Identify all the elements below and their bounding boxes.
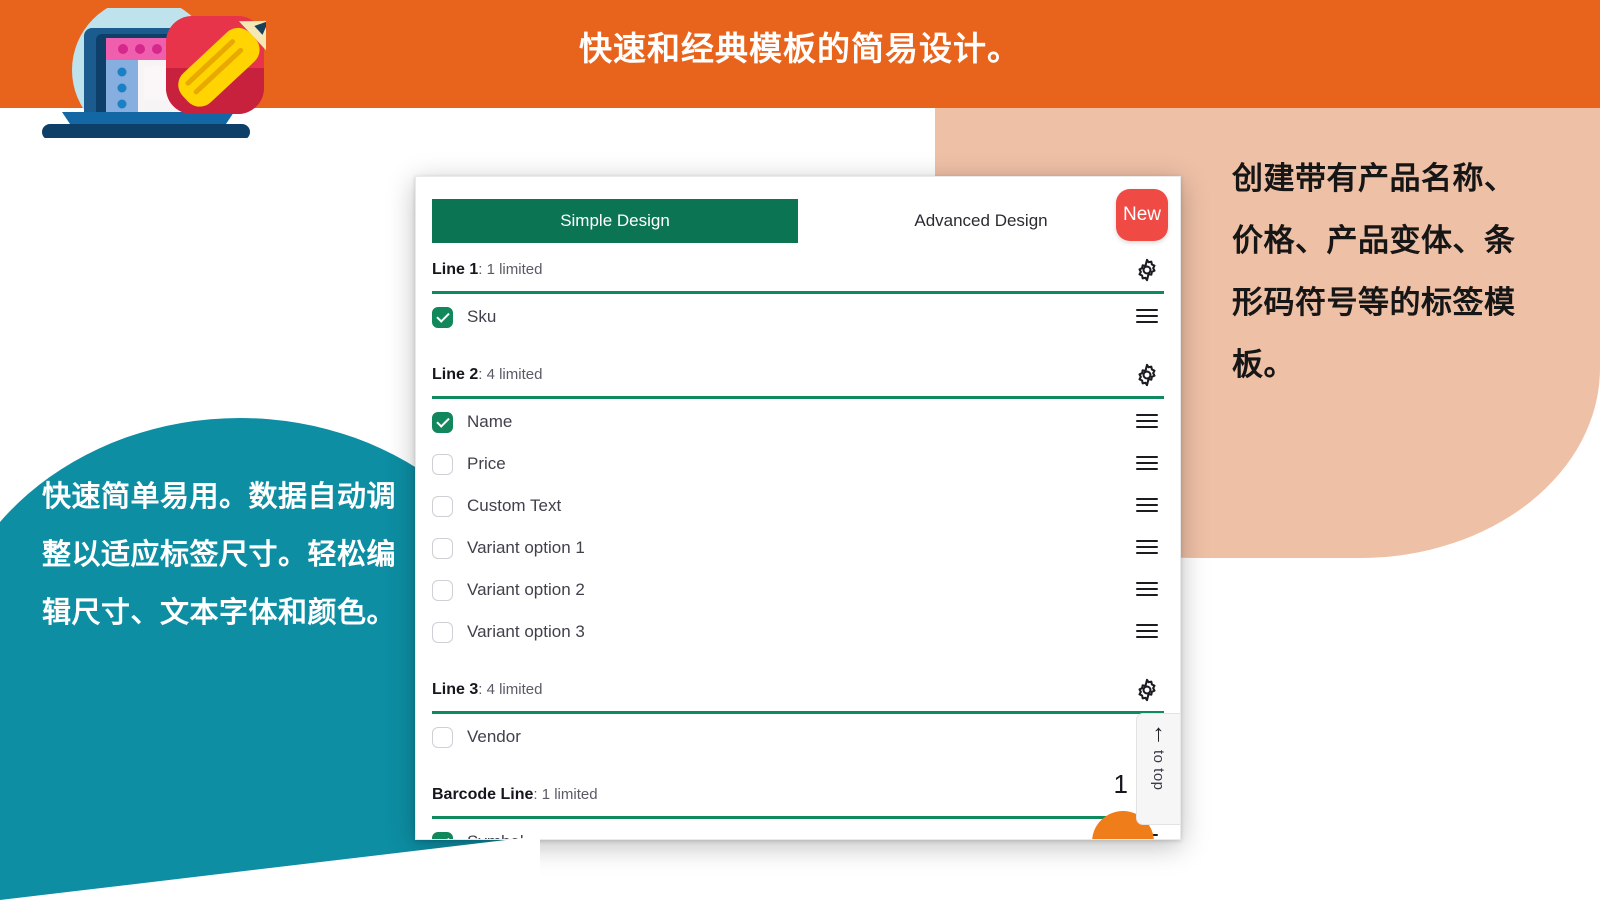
drag-handle-icon[interactable]: [1136, 540, 1158, 556]
field-checkbox[interactable]: [432, 495, 453, 517]
gear-icon[interactable]: [1134, 257, 1160, 283]
group-limit: : 1 limited: [478, 261, 543, 278]
field-label: Sku: [467, 307, 497, 326]
field-label: Variant option 1: [467, 538, 585, 557]
tab-simple-design[interactable]: Simple Design: [432, 199, 798, 243]
group-header: Line 2: 4 limited: [432, 348, 1164, 396]
group-title: Line 2: [432, 366, 479, 383]
field-row-left: Sku: [432, 306, 497, 328]
group-title: Line 1: [432, 261, 479, 278]
field-label: Name: [467, 412, 513, 431]
field-checkbox[interactable]: [432, 453, 453, 475]
group-limit: : 1 limited: [533, 786, 598, 803]
field-row-left: Vendor: [432, 726, 521, 748]
field-row[interactable]: Vendor: [432, 716, 1164, 758]
group-divider: [432, 291, 1164, 294]
group-label: Line 3: 4 limited: [432, 681, 542, 699]
field-row[interactable]: Name: [432, 401, 1164, 443]
field-row[interactable]: Variant option 3: [432, 611, 1164, 653]
group-label: Line 1: 1 limited: [432, 261, 542, 279]
field-row-left: Variant option 2: [432, 579, 585, 601]
group-title: Line 3: [432, 681, 479, 698]
field-row[interactable]: Variant option 2: [432, 569, 1164, 611]
scroll-to-top-button[interactable]: ↑ to top: [1136, 713, 1180, 825]
drag-handle-icon[interactable]: [1136, 456, 1158, 472]
field-label: Symbol: [467, 832, 524, 839]
field-checkbox[interactable]: [432, 411, 453, 433]
new-badge: New: [1116, 189, 1168, 241]
field-row-left: Symbol: [432, 831, 524, 839]
laptop-pencil-logo: [26, 8, 266, 138]
gear-icon[interactable]: [1134, 677, 1160, 703]
field-label: Custom Text: [467, 496, 562, 515]
group-label: Line 2: 4 limited: [432, 366, 542, 384]
field-row[interactable]: Variant option 1: [432, 527, 1164, 569]
field-list: Line 1: 1 limited Sku Line 2: 4 limited Nam…: [416, 243, 1180, 839]
gear-icon[interactable]: [1134, 362, 1160, 388]
field-row-left: Variant option 3: [432, 621, 585, 643]
field-checkbox[interactable]: [432, 537, 453, 559]
left-panel-text: 快速简单易用。数据自动调整以适应标签尺寸。轻松编辑尺寸、文本字体和颜色。: [42, 481, 397, 629]
page-number: 1: [1113, 769, 1128, 799]
drag-handle-icon[interactable]: [1136, 309, 1158, 325]
group-header: Line 1: 1 limited: [432, 243, 1164, 291]
drag-handle-icon[interactable]: [1136, 582, 1158, 598]
field-row-left: Name: [432, 411, 513, 433]
group-divider: [432, 816, 1164, 819]
poster-canvas: 快速和经典模板的简易设计。 创建带有产品名称、价格、产品变体、条形码符号等的标签…: [0, 0, 1600, 900]
field-row-left: Variant option 1: [432, 537, 585, 559]
group-divider: [432, 711, 1164, 714]
field-checkbox[interactable]: [432, 579, 453, 601]
group-header: Line 3: 4 limited: [432, 663, 1164, 711]
app-screenshot-card: New Simple Design Advanced Design Line 1…: [415, 176, 1181, 840]
scroll-to-top-label: to top: [1150, 750, 1167, 791]
field-label: Variant option 2: [467, 580, 585, 599]
field-row[interactable]: Custom Text: [432, 485, 1164, 527]
group-limit: : 4 limited: [478, 366, 543, 383]
field-row-left: Price: [432, 453, 506, 475]
drag-handle-icon[interactable]: [1136, 498, 1158, 514]
design-tabs: Simple Design Advanced Design: [432, 199, 1164, 243]
field-label: Price: [467, 454, 506, 473]
field-row[interactable]: Sku: [432, 296, 1164, 338]
right-panel-text: 创建带有产品名称、价格、产品变体、条形码符号等的标签模板。: [1232, 161, 1516, 382]
group-limit: : 4 limited: [478, 681, 543, 698]
field-row[interactable]: Price: [432, 443, 1164, 485]
arrow-up-icon: ↑: [1152, 720, 1165, 747]
field-label: Vendor: [467, 727, 521, 746]
field-row[interactable]: Symbol: [432, 821, 1164, 839]
tab-advanced-design[interactable]: Advanced Design: [798, 199, 1164, 243]
drag-handle-icon[interactable]: [1136, 624, 1158, 640]
field-label: Variant option 3: [467, 622, 585, 641]
group-header: Barcode Line: 1 limited: [432, 768, 1164, 816]
group-title: Barcode Line: [432, 786, 534, 803]
field-checkbox[interactable]: [432, 621, 453, 643]
field-checkbox[interactable]: [432, 831, 453, 839]
field-checkbox[interactable]: [432, 306, 453, 328]
drag-handle-icon[interactable]: [1136, 414, 1158, 430]
group-label: Barcode Line: 1 limited: [432, 786, 598, 804]
field-row-left: Custom Text: [432, 495, 562, 517]
group-divider: [432, 396, 1164, 399]
field-checkbox[interactable]: [432, 726, 453, 748]
